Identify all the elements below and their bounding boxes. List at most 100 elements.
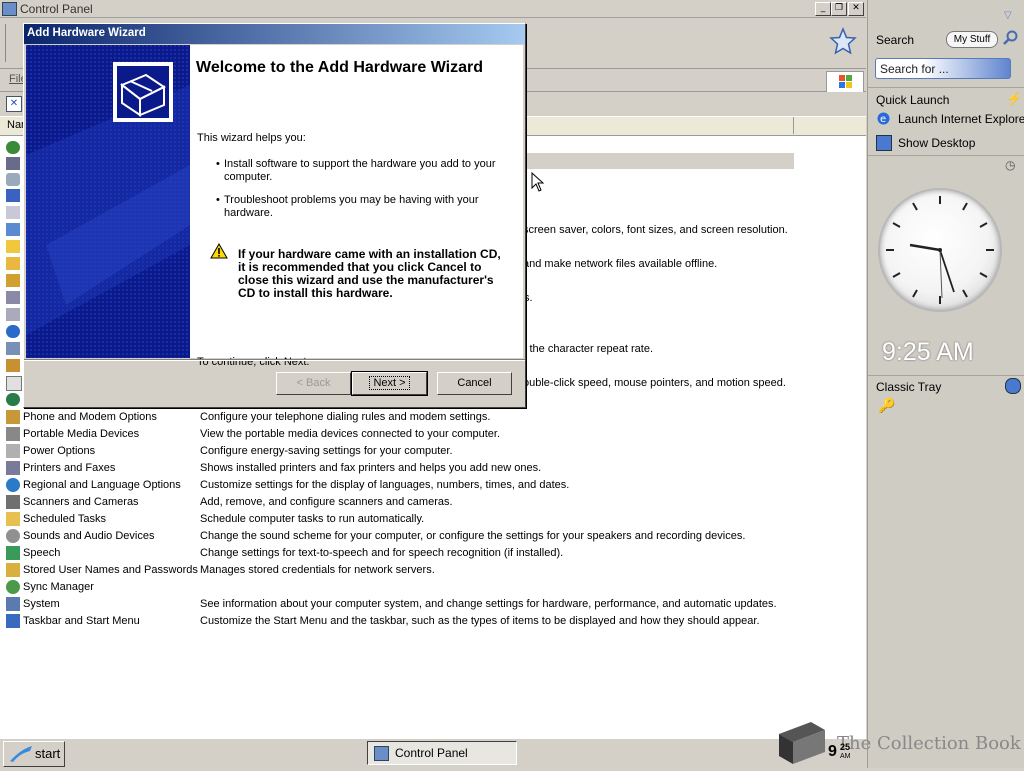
bullet-dot: • — [216, 194, 220, 206]
item-desc: Customize the Start Menu and the taskbar… — [200, 615, 760, 627]
list-item[interactable]: Regional and Language Options Customize s… — [6, 477, 866, 494]
favorites-star-icon[interactable] — [828, 26, 858, 58]
cancel-button[interactable]: Cancel — [437, 372, 512, 395]
item-desc: Configure energy-saving settings for you… — [200, 445, 453, 457]
list-item[interactable]: Speech Change settings for text-to-speech… — [6, 545, 866, 562]
list-item[interactable]: Sounds and Audio Devices Change the sound… — [6, 528, 866, 545]
list-item[interactable]: System See information about your compute… — [6, 596, 866, 613]
watermark-text: The Collection Book — [837, 733, 1021, 754]
back-button[interactable]: < Back — [276, 372, 351, 395]
item-name: Portable Media Devices — [23, 428, 140, 440]
folder-options-icon — [6, 240, 20, 253]
book-watermark-icon — [773, 720, 829, 768]
list-item[interactable]: Taskbar and Start Menu Customize the Star… — [6, 613, 866, 630]
accessibility-icon — [6, 141, 20, 154]
add-hardware-icon — [6, 157, 20, 170]
clock-gadget-icon: ◷ — [1005, 158, 1016, 172]
list-item[interactable]: Sync Manager — [6, 579, 866, 596]
item-desc-fragment: and make network files available offline… — [523, 258, 718, 270]
list-item[interactable]: Scheduled Tasks Schedule computer tasks t… — [6, 511, 866, 528]
speaker-icon — [6, 529, 20, 543]
item-desc-fragment: ouble-click speed, mouse pointers, and m… — [523, 377, 786, 389]
item-name: Phone and Modem Options — [23, 411, 157, 423]
my-stuff-button[interactable]: My Stuff — [946, 31, 998, 48]
lightning-icon: ⚡ — [1006, 91, 1023, 106]
taskbar-control-panel[interactable]: Control Panel — [367, 741, 517, 765]
control-panel-icon — [2, 2, 17, 16]
divider — [868, 155, 1024, 156]
close-pane-icon[interactable]: ✕ — [6, 96, 22, 112]
taskbar: start Control Panel — [0, 738, 866, 769]
continue-text: To continue, click Next. — [197, 356, 310, 368]
admin-tools-icon — [6, 189, 20, 202]
item-name: Sounds and Audio Devices — [23, 530, 155, 542]
internet-explorer-icon: e — [876, 111, 891, 126]
taskbar-item-label: Control Panel — [395, 746, 468, 760]
taskbar-icon — [6, 614, 20, 628]
quick-launch-ie[interactable]: Launch Internet Explore — [898, 112, 1024, 126]
search-input[interactable]: Search for ... — [875, 58, 1011, 79]
list-item[interactable]: Power Options Configure energy-saving set… — [6, 443, 866, 460]
bullet-1-line-1: Install software to support the hardware… — [224, 158, 496, 170]
bullet-1-line-2: computer. — [224, 171, 273, 183]
bullet-2-line-2: hardware. — [224, 207, 273, 219]
warning-text: If your hardware came with an installati… — [238, 248, 508, 300]
restore-button[interactable]: ❐ — [831, 2, 847, 16]
game-controllers-icon — [6, 274, 20, 287]
search-magnifier-icon[interactable] — [1003, 30, 1019, 49]
tray-keys-icon[interactable]: 🔑 — [878, 397, 895, 414]
item-desc: See information about your computer syst… — [200, 598, 777, 610]
toolbar-divider — [5, 24, 6, 62]
wizard-intro: This wizard helps you: — [197, 132, 306, 144]
mouse-cursor-icon — [531, 171, 545, 195]
show-desktop-icon — [876, 135, 892, 151]
keys-icon — [6, 563, 20, 577]
item-name: Printers and Faxes — [23, 462, 116, 474]
taskbar-clock[interactable]: 9 25 AM — [828, 742, 854, 766]
warning-line: CD to install this hardware. — [238, 286, 393, 300]
item-desc: Shows installed printers and fax printer… — [200, 462, 542, 474]
sidebar-menu-arrow-icon[interactable]: ▽ — [1004, 10, 1012, 21]
quick-launch-header: Quick Launch — [876, 93, 950, 107]
clock-hour: 9 — [828, 743, 837, 760]
tray-gadget-icon — [1005, 378, 1021, 394]
start-button[interactable]: start — [3, 741, 65, 767]
display-icon — [6, 223, 20, 236]
minimize-button[interactable]: _ — [815, 2, 831, 16]
bullet-dot: • — [216, 158, 220, 170]
column-divider — [793, 117, 794, 134]
media-device-icon — [6, 427, 20, 441]
list-item[interactable]: Portable Media Devices View the portable … — [6, 426, 866, 443]
phone-modem-icon-top — [6, 359, 20, 372]
analog-clock — [878, 188, 1002, 312]
classic-tray-header: Classic Tray — [876, 380, 942, 394]
windows-flag-icon — [826, 71, 864, 93]
item-name: Sync Manager — [23, 581, 94, 593]
item-name: Taskbar and Start Menu — [23, 615, 140, 627]
phone-icon — [6, 410, 20, 424]
divider — [868, 87, 1024, 88]
warning-icon — [210, 242, 228, 262]
network-icon — [6, 342, 20, 355]
item-desc: Change settings for text-to-speech and f… — [200, 547, 564, 559]
start-label: start — [35, 746, 61, 761]
next-button[interactable]: Next > — [351, 371, 428, 396]
control-panel-titlebar[interactable]: Control Panel _ ❐ ✕ — [0, 0, 866, 18]
list-item[interactable]: Stored User Names and Passwords Manages s… — [6, 562, 866, 579]
item-desc: View the portable media devices connecte… — [200, 428, 501, 440]
list-item[interactable]: Phone and Modem Options Configure your te… — [6, 409, 866, 426]
item-desc: Configure your telephone dialing rules a… — [200, 411, 491, 423]
printer-icon — [6, 461, 20, 475]
svg-text:e: e — [880, 114, 886, 125]
digital-clock: 9:25 AM — [882, 338, 974, 366]
quick-launch-show-desktop[interactable]: Show Desktop — [898, 136, 975, 150]
close-button[interactable]: ✕ — [848, 2, 864, 16]
item-name: Power Options — [23, 445, 96, 457]
control-panel-task-icon — [374, 746, 389, 761]
list-item[interactable]: Printers and Faxes Shows installed printe… — [6, 460, 866, 477]
list-item[interactable]: Scanners and Cameras Add, remove, and con… — [6, 494, 866, 511]
folder-clock-icon — [6, 512, 20, 526]
search-placeholder: Search for ... — [880, 62, 949, 76]
wizard-titlebar[interactable]: Add Hardware Wizard — [24, 24, 525, 44]
wizard-heading: Welcome to the Add Hardware Wizard — [196, 59, 484, 76]
